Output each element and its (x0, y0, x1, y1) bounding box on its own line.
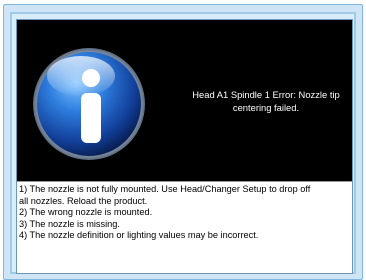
detail-line: 2) The wrong nozzle is mounted. (19, 207, 153, 218)
info-icon (33, 48, 145, 160)
details-panel: 1) The nozzle is not fully mounted. Use … (17, 181, 352, 273)
detail-line: 1) The nozzle is not fully mounted. Use … (19, 184, 311, 194)
error-message: Head A1 Spindle 1 Error: Nozzle tip cent… (192, 89, 340, 113)
detail-line: all nozzles. Reload the product. (19, 195, 148, 206)
error-dialog: Head A1 Spindle 1 Error: Nozzle tip cent… (16, 19, 353, 274)
message-panel: Head A1 Spindle 1 Error: Nozzle tip cent… (17, 20, 352, 181)
detail-line: 3) The nozzle is missing. (19, 218, 120, 229)
detail-line: 4) The nozzle definition or lighting val… (19, 230, 259, 241)
